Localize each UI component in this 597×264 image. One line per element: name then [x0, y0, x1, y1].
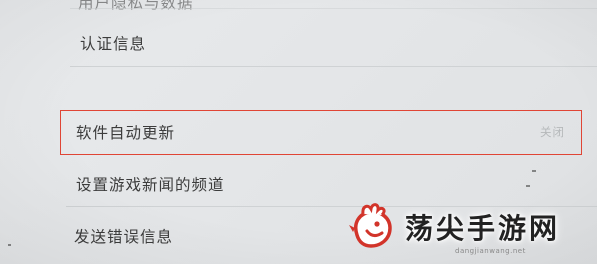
auto-update-status: 关闭 — [540, 125, 565, 139]
settings-item-label: 设置游戏新闻的频道 — [76, 176, 225, 194]
watermark-brand-text: 荡尖手游网 — [405, 212, 561, 245]
settings-item-label: 认证信息 — [80, 35, 147, 53]
settings-item-verification-info[interactable]: 认证信息 — [0, 20, 597, 66]
scroll-indicator-mark — [8, 244, 11, 246]
scroll-indicator-mark — [532, 170, 536, 172]
rooster-logo-icon — [349, 203, 392, 248]
watermark: 荡尖手游网 dangjianwang.net — [343, 195, 597, 264]
scroll-indicator-mark — [526, 185, 530, 187]
partial-top-item-label: 用户隐私与数据 — [78, 0, 194, 12]
settings-item-auto-update[interactable]: 软件自动更新 — [0, 110, 597, 155]
divider — [70, 8, 597, 9]
divider — [70, 66, 597, 67]
settings-item-label: 发送错误信息 — [74, 228, 174, 246]
settings-item-label: 软件自动更新 — [76, 124, 176, 142]
watermark-url: dangjianwang.net — [455, 247, 526, 255]
